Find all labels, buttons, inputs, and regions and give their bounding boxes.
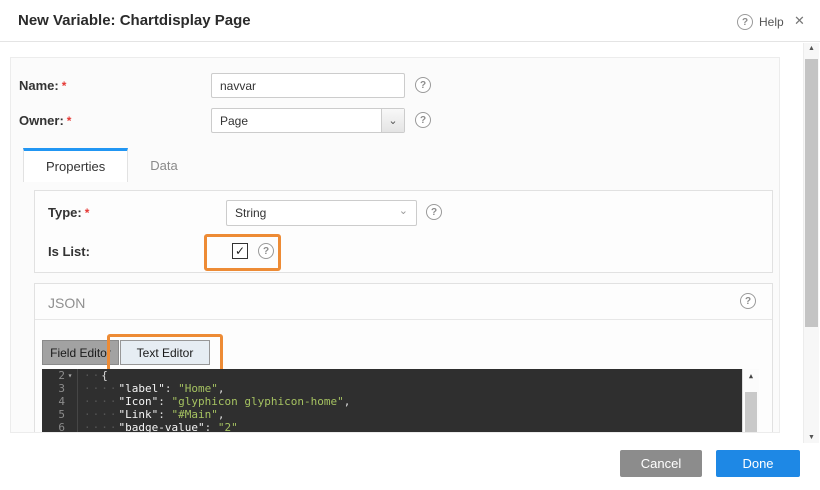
close-icon[interactable]: ✕ — [794, 13, 805, 29]
line-number: 2 — [58, 369, 65, 382]
owner-select-value: Page — [220, 114, 248, 128]
new-variable-dialog: New Variable: Chartdisplay Page ? Help ✕… — [0, 0, 820, 490]
scroll-down-icon[interactable]: ▼ — [804, 434, 819, 441]
type-select[interactable]: String ⌄ — [226, 200, 417, 226]
required-asterisk: * — [62, 79, 67, 93]
chevron-down-icon: ⌄ — [399, 204, 408, 217]
dialog-header: New Variable: Chartdisplay Page ? Help ✕ — [0, 0, 820, 42]
help-icon[interactable]: ? — [415, 112, 431, 128]
code-line: 5 ····"Link": "#Main", — [42, 408, 759, 421]
scroll-up-icon[interactable]: ▲ — [804, 45, 819, 52]
code-line: 6 ····"badge-value": "2" — [42, 421, 759, 433]
help-icon[interactable]: ? — [737, 14, 753, 30]
done-button[interactable]: Done — [716, 450, 800, 477]
line-number: 5 — [58, 408, 65, 421]
json-title: JSON — [48, 295, 85, 311]
owner-label: Owner:* — [19, 113, 71, 128]
dialog-title: New Variable: Chartdisplay Page — [18, 12, 251, 29]
code-line: 4 ····"Icon": "glyphicon glyphicon-home"… — [42, 395, 759, 408]
tab-properties[interactable]: Properties — [23, 148, 128, 182]
tab-bar: Properties Data — [23, 148, 200, 182]
code-line: 2▾ ··{ — [42, 369, 759, 382]
required-asterisk: * — [67, 114, 72, 128]
scroll-up-icon[interactable]: ▲ — [743, 370, 759, 383]
required-asterisk: * — [85, 206, 90, 220]
check-icon: ✓ — [235, 244, 245, 258]
code-line: 3 ····"label": "Home", — [42, 382, 759, 395]
field-editor-button[interactable]: Field Editor — [42, 340, 119, 365]
chevron-down-icon[interactable]: ⌄ — [381, 109, 404, 132]
json-code-editor[interactable]: 2▾ ··{ 3 ····"label": "Home", 4 ····"Ico… — [42, 369, 759, 433]
modal-scroll-thumb[interactable] — [805, 59, 818, 327]
help-link[interactable]: Help — [759, 15, 784, 29]
divider — [35, 319, 772, 320]
is-list-checkbox[interactable]: ✓ — [232, 243, 248, 259]
is-list-label: Is List: — [48, 244, 90, 259]
owner-select[interactable]: Page ⌄ — [211, 108, 405, 133]
cancel-button[interactable]: Cancel — [620, 450, 702, 477]
modal-scrollbar[interactable]: ▲ ▼ — [803, 43, 819, 443]
help-icon[interactable]: ? — [258, 243, 274, 259]
name-label: Name:* — [19, 78, 66, 93]
line-number: 3 — [58, 382, 65, 395]
type-label: Type:* — [48, 205, 89, 220]
content-panel: Name:* ? Owner:* Page ⌄ ? Properties Dat… — [10, 57, 780, 433]
fold-icon[interactable]: ▾ — [65, 369, 75, 382]
text-editor-button[interactable]: Text Editor — [120, 340, 210, 365]
properties-panel: Type:* String ⌄ ? Is List: ✓ ? — [34, 190, 773, 273]
editor-scroll-thumb[interactable] — [745, 392, 757, 433]
tab-data[interactable]: Data — [128, 148, 199, 182]
line-number: 4 — [58, 395, 65, 408]
help-icon[interactable]: ? — [740, 293, 756, 309]
json-panel: JSON ? Field Editor Text Editor 2▾ ··{ 3… — [34, 283, 773, 433]
help-icon[interactable]: ? — [415, 77, 431, 93]
name-input[interactable] — [211, 73, 405, 98]
line-number: 6 — [58, 421, 65, 433]
editor-scrollbar[interactable]: ▲ — [742, 369, 759, 433]
type-select-value: String — [235, 206, 266, 220]
help-icon[interactable]: ? — [426, 204, 442, 220]
